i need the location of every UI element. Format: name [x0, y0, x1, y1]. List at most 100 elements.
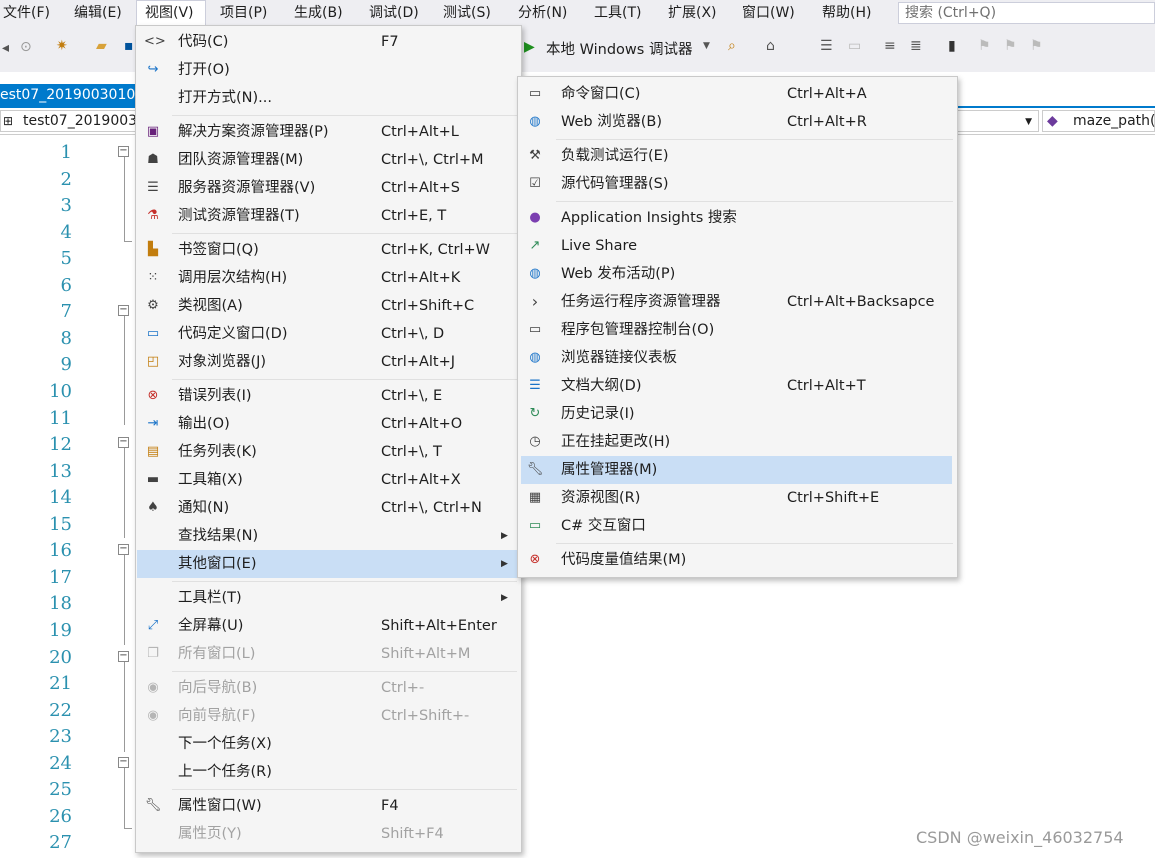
submenu-item-web-publish[interactable]: ◍ Web 发布活动(P): [518, 260, 957, 288]
bookmark-icon[interactable]: ▮: [948, 38, 956, 54]
menu-item-bookmark-window[interactable]: ▙ 书签窗口(Q) Ctrl+K, Ctrl+W: [136, 236, 521, 264]
debugger-label[interactable]: 本地 Windows 调试器: [546, 38, 692, 59]
menu-item-output[interactable]: ⇥ 输出(O) Ctrl+Alt+O: [136, 410, 521, 438]
menu-item-notifications[interactable]: ♠ 通知(N) Ctrl+\, Ctrl+N: [136, 494, 521, 522]
menu-item-toolbox[interactable]: ▬ 工具箱(X) Ctrl+Alt+X: [136, 466, 521, 494]
submenu-item-browser-link[interactable]: ◍ 浏览器链接仪表板: [518, 344, 957, 372]
open-folder-icon[interactable]: ▰: [96, 38, 107, 54]
bell-icon: ♠: [147, 500, 159, 515]
menu-project[interactable]: 项目(P): [220, 0, 267, 26]
menu-item-test-explorer[interactable]: ⚗ 测试资源管理器(T) Ctrl+E, T: [136, 202, 521, 230]
output-icon: ⇥: [147, 416, 159, 431]
submenu-item-task-runner[interactable]: › 任务运行程序资源管理器 Ctrl+Alt+Backsapce: [518, 288, 957, 316]
call-hierarchy-icon: ⁙: [147, 270, 159, 285]
menu-item-team-explorer[interactable]: ☗ 团队资源管理器(M) Ctrl+\, Ctrl+M: [136, 146, 521, 174]
menu-item-task-list[interactable]: ▤ 任务列表(K) Ctrl+\, T: [136, 438, 521, 466]
menu-help[interactable]: 帮助(H): [822, 0, 871, 26]
collapse-icon[interactable]: −: [118, 305, 129, 316]
menu-item-object-browser[interactable]: ◰ 对象浏览器(J) Ctrl+Alt+J: [136, 348, 521, 376]
menu-item-find-results[interactable]: 查找结果(N) ▶: [136, 522, 521, 550]
menu-item-server-explorer[interactable]: ☰ 服务器资源管理器(V) Ctrl+Alt+S: [136, 174, 521, 202]
menu-item-open[interactable]: ↪ 打开(O): [136, 56, 521, 84]
collapse-icon[interactable]: −: [118, 651, 129, 662]
submenu-item-pending-changes[interactable]: ◷ 正在挂起更改(H): [518, 428, 957, 456]
collapse-icon[interactable]: −: [118, 437, 129, 448]
submenu-item-web-browser[interactable]: ◍ Web 浏览器(B) Ctrl+Alt+R: [518, 108, 957, 136]
menu-analyze[interactable]: 分析(N): [518, 0, 567, 26]
lightbulb-icon: ●: [529, 210, 541, 225]
menu-item-toolbars[interactable]: 工具栏(T) ▶: [136, 584, 521, 612]
submenu-item-csharp-interactive[interactable]: ▭ C# 交互窗口: [518, 512, 957, 540]
menu-tools[interactable]: 工具(T): [594, 0, 641, 26]
member-dropdown[interactable]: ◆ maze_path(: [1042, 110, 1155, 132]
toolbox-icon: ▬: [146, 472, 160, 487]
menu-edit[interactable]: 编辑(E): [74, 0, 122, 26]
line-number: 12: [49, 434, 72, 455]
submenu-item-load-test[interactable]: ⚒ 负载测试运行(E): [518, 142, 957, 170]
home-icon[interactable]: ⌂: [766, 38, 775, 54]
menu-item-error-list[interactable]: ⊗ 错误列表(I) Ctrl+\, E: [136, 382, 521, 410]
test-explorer-icon: ⚗: [147, 208, 159, 223]
menu-item-class-view[interactable]: ⚙ 类视图(A) Ctrl+Shift+C: [136, 292, 521, 320]
menu-item-property-pages[interactable]: 属性页(Y) Shift+F4: [136, 820, 521, 848]
menu-item-previous-task[interactable]: 上一个任务(R): [136, 758, 521, 786]
line-number: 1: [60, 142, 72, 163]
collapse-icon[interactable]: −: [118, 146, 129, 157]
collapse-icon[interactable]: −: [118, 757, 129, 768]
menu-item-open-with[interactable]: 打开方式(N)...: [136, 84, 521, 112]
nav-forward-icon[interactable]: ⊙: [20, 39, 32, 55]
menu-item-call-hierarchy[interactable]: ⁙ 调用层次结构(H) Ctrl+Alt+K: [136, 264, 521, 292]
line-number: 11: [49, 408, 72, 429]
next-bookmark-icon[interactable]: ⚑: [1004, 38, 1017, 54]
project-icon: ⊞: [3, 114, 14, 128]
menu-item-code-definition[interactable]: ▭ 代码定义窗口(D) Ctrl+\, D: [136, 320, 521, 348]
menu-window[interactable]: 窗口(W): [742, 0, 795, 26]
copy-icon[interactable]: ▭: [848, 38, 861, 54]
submenu-item-history[interactable]: ↻ 历史记录(I): [518, 400, 957, 428]
hierarchy-icon[interactable]: ☰: [820, 38, 833, 54]
menu-separator: [172, 115, 517, 116]
menu-test[interactable]: 测试(S): [443, 0, 491, 26]
prev-bookmark-icon[interactable]: ⚑: [978, 38, 991, 54]
menu-item-other-windows[interactable]: 其他窗口(E) ▶: [137, 550, 520, 578]
chevron-down-icon[interactable]: ▼: [703, 41, 710, 51]
start-debug-icon[interactable]: ▶: [524, 39, 535, 55]
submenu-item-application-insights[interactable]: ● Application Insights 搜索: [518, 204, 957, 232]
submenu-item-command-window[interactable]: ▭ 命令窗口(C) Ctrl+Alt+A: [518, 80, 957, 108]
menu-view[interactable]: 视图(V): [136, 0, 206, 25]
menu-extensions[interactable]: 扩展(X): [668, 0, 717, 26]
menu-item-solution-explorer[interactable]: ▣ 解决方案资源管理器(P) Ctrl+Alt+L: [136, 118, 521, 146]
clear-bookmark-icon[interactable]: ⚑: [1030, 38, 1043, 54]
menu-item-code[interactable]: <> 代码(C) F7: [136, 28, 521, 56]
new-project-icon[interactable]: ✷: [56, 38, 68, 54]
submenu-item-document-outline[interactable]: ☰ 文档大纲(D) Ctrl+Alt+T: [518, 372, 957, 400]
menu-item-fullscreen[interactable]: ⤢ 全屏幕(U) Shift+Alt+Enter: [136, 612, 521, 640]
submenu-item-package-manager-console[interactable]: ▭ 程序包管理器控制台(O): [518, 316, 957, 344]
line-number: 3: [60, 195, 72, 216]
comment-icon[interactable]: ≣: [910, 38, 922, 54]
collapse-icon[interactable]: −: [118, 544, 129, 555]
menu-file[interactable]: 文件(F): [3, 0, 50, 26]
menu-build[interactable]: 生成(B): [294, 0, 343, 26]
submenu-item-live-share[interactable]: ↗ Live Share: [518, 232, 957, 260]
menu-item-all-windows[interactable]: ❐ 所有窗口(L) Shift+Alt+M: [136, 640, 521, 668]
find-icon[interactable]: ⌕: [728, 38, 736, 54]
menu-item-navigate-back[interactable]: ◉ 向后导航(B) Ctrl+-: [136, 674, 521, 702]
submenu-item-resource-view[interactable]: ▦ 资源视图(R) Ctrl+Shift+E: [518, 484, 957, 512]
document-tab[interactable]: est07_2019003010: [0, 84, 140, 106]
submenu-item-source-control[interactable]: ☑ 源代码管理器(S): [518, 170, 957, 198]
project-dropdown[interactable]: ⊞ test07_2019003: [0, 110, 140, 132]
outdent-icon[interactable]: ≡: [884, 38, 896, 54]
line-number: 14: [49, 487, 72, 508]
nav-back-icon[interactable]: ◂: [2, 40, 9, 56]
menu-item-navigate-forward[interactable]: ◉ 向前导航(F) Ctrl+Shift+-: [136, 702, 521, 730]
submenu-item-property-manager[interactable]: 🔧︎ 属性管理器(M): [521, 456, 952, 484]
menu-debug[interactable]: 调试(D): [369, 0, 419, 26]
submenu-item-code-metrics[interactable]: ⊗ 代码度量值结果(M): [518, 546, 957, 574]
menu-item-next-task[interactable]: 下一个任务(X): [136, 730, 521, 758]
menu-item-properties-window[interactable]: 🔧︎ 属性窗口(W) F4: [136, 792, 521, 820]
scope-dropdown[interactable]: ▼: [955, 110, 1039, 132]
search-input[interactable]: 搜索 (Ctrl+Q): [898, 2, 1155, 24]
line-number: 2: [60, 169, 72, 190]
save-icon[interactable]: ▪: [124, 38, 134, 54]
